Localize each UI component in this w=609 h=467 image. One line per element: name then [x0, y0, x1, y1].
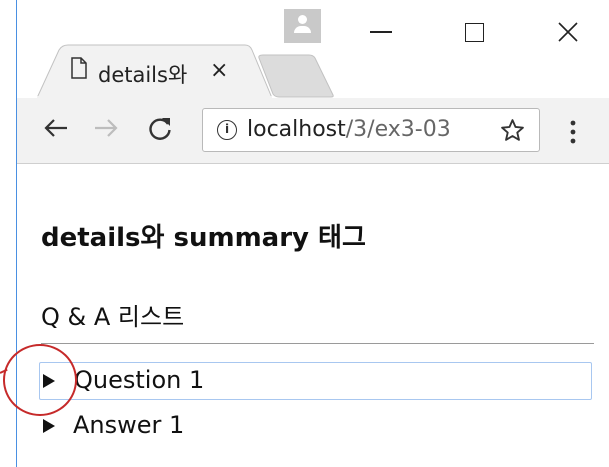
- url-text[interactable]: localhost/3/ex3-03: [247, 117, 492, 142]
- address-bar[interactable]: i localhost/3/ex3-03: [202, 108, 540, 152]
- profile-head: [298, 15, 307, 24]
- page-content: details와 summary 태그 Q & A 리스트 Question 1…: [17, 165, 609, 467]
- tab-close-icon[interactable]: ×: [210, 59, 228, 83]
- profile-avatar-icon[interactable]: [284, 9, 321, 43]
- url-path: /3/ex3-03: [345, 117, 451, 142]
- browser-toolbar: i localhost/3/ex3-03: [17, 98, 609, 164]
- details-summary-question[interactable]: Question 1: [39, 362, 592, 400]
- document-icon: [71, 57, 87, 79]
- info-icon[interactable]: i: [217, 120, 237, 140]
- disclosure-triangle-icon[interactable]: [43, 419, 55, 433]
- profile-shoulders: [294, 26, 311, 33]
- summary-label: Answer 1: [73, 411, 185, 439]
- maximize-button[interactable]: [454, 14, 494, 50]
- url-host: localhost: [247, 117, 346, 142]
- close-window-button[interactable]: [548, 14, 588, 50]
- more-menu-icon[interactable]: [570, 120, 576, 144]
- summary-label: Question 1: [74, 366, 205, 394]
- reload-icon[interactable]: [147, 115, 173, 141]
- page-heading: details와 summary 태그: [41, 223, 366, 253]
- tab-title: details와: [98, 63, 188, 87]
- details-summary-answer[interactable]: Answer 1: [39, 408, 592, 444]
- forward-arrow-icon[interactable]: [93, 115, 119, 141]
- close-icon: [558, 22, 578, 42]
- annotation-circle: [3, 344, 77, 416]
- list-subtitle: Q & A 리스트: [41, 303, 185, 331]
- bookmark-star-icon[interactable]: [500, 118, 525, 143]
- maximize-icon: [464, 22, 484, 42]
- horizontal-rule: [41, 343, 594, 344]
- browser-window: details와 × i localhost/3/ex3-03 details와…: [16, 0, 609, 467]
- minimize-button[interactable]: [361, 14, 401, 50]
- title-bar: details와 ×: [17, 0, 609, 98]
- minimize-icon: [370, 31, 392, 33]
- back-arrow-icon[interactable]: [43, 115, 69, 141]
